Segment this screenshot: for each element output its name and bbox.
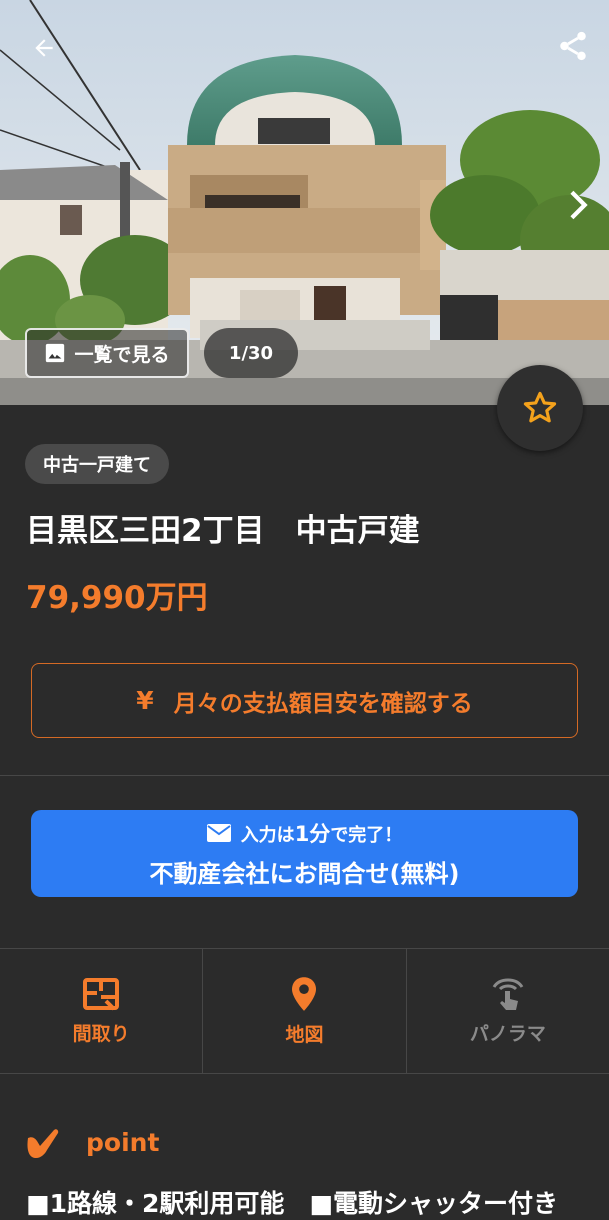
property-photo[interactable]: 一覧で見る 1/30 — [0, 0, 609, 405]
tab-map[interactable]: 地図 — [202, 949, 405, 1073]
pointing-hand-icon — [27, 1129, 59, 1158]
property-type-badge: 中古一戸建て — [25, 444, 169, 484]
panorama-icon — [492, 977, 524, 1010]
tab-panorama-label: パノラマ — [469, 1022, 546, 1045]
next-photo-button[interactable] — [559, 180, 599, 230]
point-heading-label: point — [86, 1127, 160, 1157]
tab-floorplan-label: 間取り — [72, 1022, 130, 1045]
view-list-button[interactable]: 一覧で見る — [25, 328, 189, 378]
favorite-button[interactable] — [497, 365, 583, 451]
chevron-right-icon — [570, 190, 588, 220]
star-outline-icon — [523, 391, 557, 423]
tab-panorama[interactable]: パノラマ — [405, 949, 609, 1073]
yen-icon: ¥ — [136, 686, 154, 715]
photo-counter: 1/30 — [204, 328, 298, 378]
monthly-payment-button[interactable]: ¥ 月々の支払額目安を確認する — [31, 663, 578, 738]
share-icon — [560, 31, 586, 61]
map-pin-icon — [292, 976, 317, 1011]
image-icon — [46, 343, 65, 363]
tab-floorplan[interactable]: 間取り — [0, 949, 202, 1073]
back-button[interactable] — [22, 26, 66, 70]
point-description: ■1路線・2駅利用可能 ■電動シャッター付き — [26, 1189, 559, 1218]
share-button[interactable] — [551, 24, 595, 68]
monthly-payment-label: 月々の支払額目安を確認する — [173, 690, 473, 717]
mail-icon — [206, 824, 231, 842]
contact-subtitle: 入力は1分で完了！ — [240, 822, 403, 846]
divider — [0, 775, 609, 776]
property-price: 79,990万円 — [26, 580, 208, 616]
floorplan-icon — [83, 977, 120, 1010]
arrow-left-icon — [35, 39, 53, 57]
property-title: 目黒区三田2丁目 中古戸建 — [26, 513, 420, 549]
contact-label: 不動産会社にお問合せ(無料) — [149, 860, 460, 888]
contact-agency-button[interactable]: 入力は1分で完了！ 不動産会社にお問合せ(無料) — [31, 810, 578, 897]
property-tabs: 間取り 地図 パノラマ — [0, 948, 609, 1074]
tab-map-label: 地図 — [285, 1023, 324, 1046]
view-list-label: 一覧で見る — [74, 343, 170, 366]
point-heading: point — [26, 1124, 159, 1160]
